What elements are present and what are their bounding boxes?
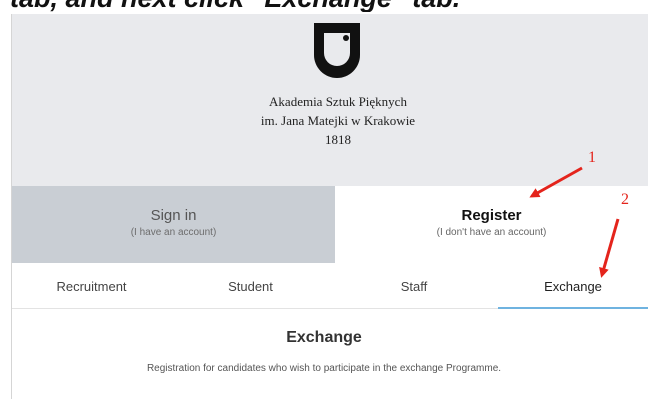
annotation-marker-1: 1 bbox=[588, 149, 596, 166]
shield-u-logo-icon bbox=[314, 23, 360, 78]
section-description: Registration for candidates who wish to … bbox=[146, 363, 502, 374]
tab-staff[interactable]: Staff bbox=[330, 263, 498, 309]
tab-recruitment[interactable]: Recruitment bbox=[12, 263, 171, 309]
annotation-marker-2: 2 bbox=[621, 191, 629, 208]
institution-line-2: im. Jana Matejki w Krakowie bbox=[260, 113, 416, 128]
category-tabs: Recruitment Student Staff Exchange bbox=[12, 263, 648, 309]
institution-line-1: Akademia Sztuk Pięknych bbox=[269, 94, 407, 109]
institution-year: 1818 bbox=[325, 132, 351, 147]
register-tab[interactable]: Register (I don't have an account) bbox=[335, 186, 648, 263]
section-title: Exchange bbox=[286, 329, 362, 346]
auth-tabs: Sign in (I have an account) Register (I … bbox=[12, 186, 648, 263]
sign-in-subtitle: (I have an account) bbox=[130, 227, 217, 238]
register-title: Register bbox=[461, 207, 522, 224]
instruction-caption: tab, and next click "Exchange" tab. bbox=[0, 0, 648, 12]
sign-in-title: Sign in bbox=[150, 207, 197, 224]
register-subtitle: (I don't have an account) bbox=[436, 227, 547, 238]
sign-in-tab[interactable]: Sign in (I have an account) bbox=[12, 186, 335, 263]
institution-name: Akademia Sztuk Pięknych im. Jana Matejki… bbox=[12, 92, 648, 149]
tab-exchange[interactable]: Exchange bbox=[498, 263, 648, 309]
tab-student[interactable]: Student bbox=[171, 263, 330, 309]
institution-header: Akademia Sztuk Pięknych im. Jana Matejki… bbox=[12, 14, 648, 186]
